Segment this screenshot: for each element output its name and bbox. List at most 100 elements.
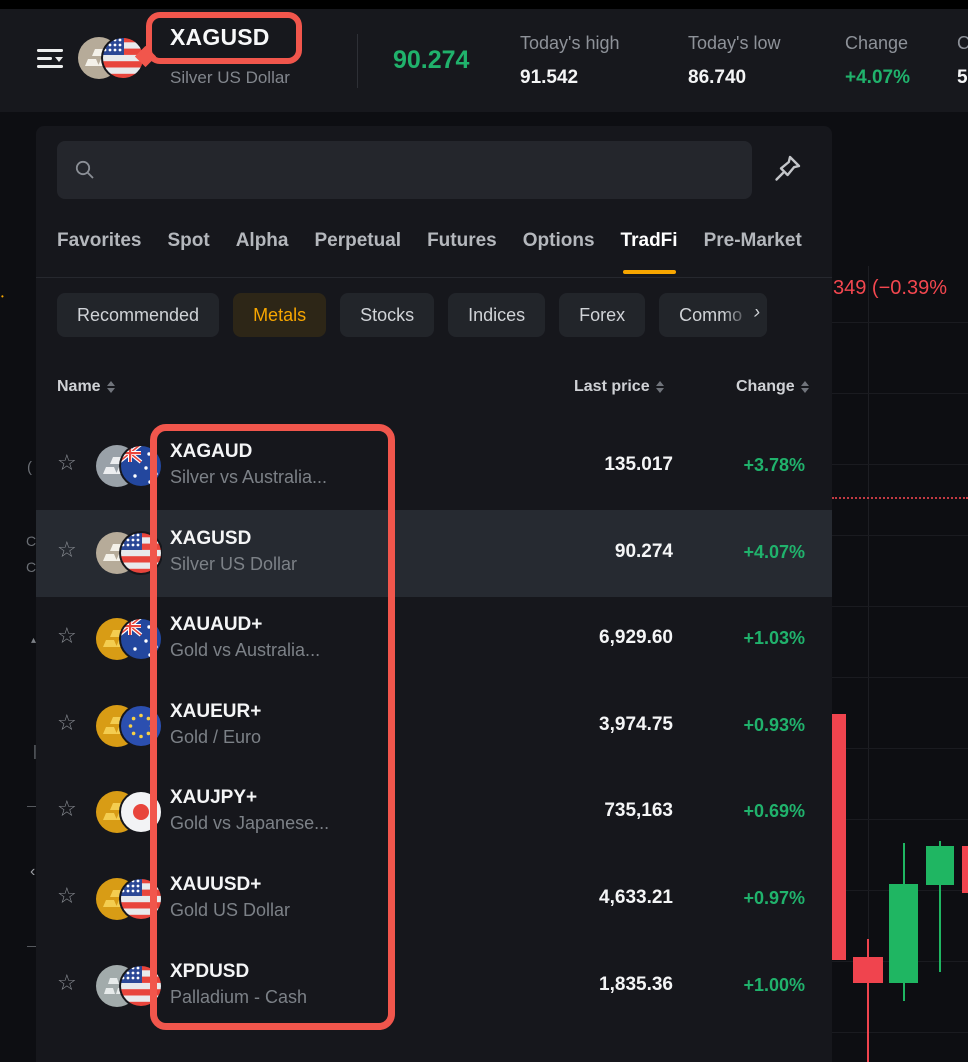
chip-stocks[interactable]: Stocks bbox=[340, 293, 434, 337]
tab-favorites[interactable]: Favorites bbox=[57, 226, 141, 274]
chip-forex[interactable]: Forex bbox=[559, 293, 645, 337]
chip-fade bbox=[723, 293, 767, 337]
chart-gridline bbox=[832, 606, 968, 607]
menu-icon[interactable] bbox=[36, 44, 66, 74]
stat-value: 86.740 bbox=[688, 67, 746, 89]
symbol-row-xagusd[interactable]: ☆XAGUSDSilver US Dollar90.274+4.07% bbox=[36, 510, 832, 597]
favorite-star-icon[interactable]: ☆ bbox=[57, 712, 77, 734]
row-change: +0.97% bbox=[743, 888, 805, 909]
chip-label: Stocks bbox=[360, 305, 414, 326]
chart-gridline bbox=[832, 393, 968, 394]
chart-gridline bbox=[832, 535, 968, 536]
sort-icon bbox=[656, 381, 664, 393]
row-change: +0.93% bbox=[743, 715, 805, 736]
pin-icon[interactable] bbox=[772, 152, 808, 188]
row-symbol: XPDUSD bbox=[170, 961, 249, 983]
symbol-row-xauusd-plus[interactable]: ☆ XAUUSD+ Gold US Dollar 4,633.21 +0.97% bbox=[36, 856, 832, 943]
chip-label: Metals bbox=[253, 305, 306, 326]
favorite-star-icon[interactable]: ☆ bbox=[57, 885, 77, 907]
chart-gridline bbox=[832, 1032, 968, 1033]
tab-perpetual[interactable]: Perpetual bbox=[314, 226, 401, 274]
header-symbol[interactable]: XAGUSD bbox=[170, 24, 270, 51]
stat-label: Today's low bbox=[688, 33, 780, 54]
symbol-selector-panel: Favorites Spot Alpha Perpetual Futures Option… bbox=[36, 126, 832, 1062]
header-last-price: 90.274 bbox=[393, 46, 469, 75]
pair-icon bbox=[96, 617, 162, 661]
row-last-price: 735,163 bbox=[604, 800, 673, 822]
favorite-star-icon[interactable]: ☆ bbox=[57, 972, 77, 994]
chip-commo[interactable]: Commo› bbox=[659, 293, 767, 337]
search-box[interactable] bbox=[57, 141, 752, 199]
header-divider bbox=[357, 34, 358, 88]
tab-pre-market[interactable]: Pre-Market bbox=[704, 226, 802, 274]
stat-label: Change bbox=[845, 33, 908, 54]
header-symbol-subtitle: Silver US Dollar bbox=[170, 68, 290, 88]
pair-icon bbox=[96, 790, 162, 834]
page-fragment: ‹ bbox=[30, 864, 35, 880]
row-change: +4.07% bbox=[743, 542, 805, 563]
row-symbol: XAUUSD+ bbox=[170, 874, 261, 896]
tab-options[interactable]: Options bbox=[523, 226, 595, 274]
favorite-star-icon[interactable]: ☆ bbox=[57, 625, 77, 647]
row-description: Gold US Dollar bbox=[170, 900, 290, 921]
row-description: Gold vs Japanese... bbox=[170, 813, 329, 834]
row-symbol: XAUAUD+ bbox=[170, 614, 262, 636]
column-header-change[interactable]: Change bbox=[736, 378, 809, 396]
category-chips: Recommended Metals Stocks Indices Forex Commo… bbox=[57, 293, 767, 337]
chart-dotted-price-line bbox=[832, 497, 968, 499]
favorite-star-icon[interactable]: ☆ bbox=[57, 539, 77, 561]
symbol-row-xauaud-plus[interactable]: ☆XAUAUD+Gold vs Australia...6,929.60+1.0… bbox=[36, 596, 832, 683]
tab-tradfi[interactable]: TradFi bbox=[621, 226, 678, 274]
stat-label: C bbox=[957, 33, 968, 54]
chart-gridline bbox=[832, 677, 968, 678]
tab-spot[interactable]: Spot bbox=[167, 226, 209, 274]
row-description: Palladium - Cash bbox=[170, 987, 307, 1008]
symbol-pair-icon bbox=[78, 36, 144, 80]
symbol-row-xpdusd[interactable]: ☆XPDUSDPalladium - Cash1,835.36+1.00% bbox=[36, 943, 832, 1030]
row-last-price: 3,974.75 bbox=[599, 714, 673, 736]
trading-app-screen: 349 (−0.39% •(CC▴|—‹— XAGUSD Silver US D… bbox=[0, 0, 968, 1062]
row-description: Gold / Euro bbox=[170, 727, 261, 748]
chart-price-label: 349 (−0.39% bbox=[833, 277, 947, 300]
search-input[interactable] bbox=[105, 141, 735, 199]
row-change: +3.78% bbox=[743, 455, 805, 476]
chart-gridline bbox=[832, 322, 968, 323]
pair-icon bbox=[96, 964, 162, 1008]
column-header-name[interactable]: Name bbox=[57, 378, 115, 396]
favorite-star-icon[interactable]: ☆ bbox=[57, 798, 77, 820]
header: XAGUSD Silver US Dollar 90.274 Today's h… bbox=[0, 0, 968, 112]
page-fragment: C bbox=[26, 560, 36, 574]
row-description: Silver vs Australia... bbox=[170, 467, 327, 488]
page-fragment: • bbox=[1, 293, 4, 301]
sort-icon bbox=[107, 381, 115, 393]
pair-icon bbox=[96, 704, 162, 748]
chip-indices[interactable]: Indices bbox=[448, 293, 545, 337]
chip-label: Recommended bbox=[77, 305, 199, 326]
row-symbol: XAUJPY+ bbox=[170, 787, 257, 809]
row-change: +0.69% bbox=[743, 801, 805, 822]
page-fragment: ( bbox=[27, 460, 32, 475]
page-fragment: C bbox=[26, 534, 36, 548]
tab-alpha[interactable]: Alpha bbox=[236, 226, 289, 274]
chip-recommended[interactable]: Recommended bbox=[57, 293, 219, 337]
symbol-row-xaueur-plus[interactable]: ☆XAUEUR+Gold / Euro3,974.75+0.93% bbox=[36, 683, 832, 770]
candle-body bbox=[853, 957, 883, 983]
column-label: Name bbox=[57, 378, 101, 395]
symbol-row-xaujpy-plus[interactable]: ☆ XAUJPY+ Gold vs Japanese... 735,163 +0.69% bbox=[36, 769, 832, 856]
row-last-price: 4,633.21 bbox=[599, 887, 673, 909]
chip-label: Forex bbox=[579, 305, 625, 326]
chart-gridline bbox=[832, 464, 968, 465]
candle-body bbox=[832, 714, 846, 960]
column-header-last-price[interactable]: Last price bbox=[574, 378, 664, 396]
symbol-row-xagaud[interactable]: ☆XAGAUDSilver vs Australia...135.017+3.7… bbox=[36, 423, 832, 510]
favorite-star-icon[interactable]: ☆ bbox=[57, 452, 77, 474]
chip-label: Indices bbox=[468, 305, 525, 326]
tab-futures[interactable]: Futures bbox=[427, 226, 497, 274]
table-header: Name Last price Change bbox=[36, 370, 832, 406]
row-last-price: 90.274 bbox=[615, 541, 673, 563]
chevron-right-icon[interactable]: › bbox=[754, 302, 760, 324]
column-label: Last price bbox=[574, 378, 650, 395]
column-label: Change bbox=[736, 378, 795, 395]
chip-metals[interactable]: Metals bbox=[233, 293, 326, 337]
row-last-price: 135.017 bbox=[604, 454, 673, 476]
